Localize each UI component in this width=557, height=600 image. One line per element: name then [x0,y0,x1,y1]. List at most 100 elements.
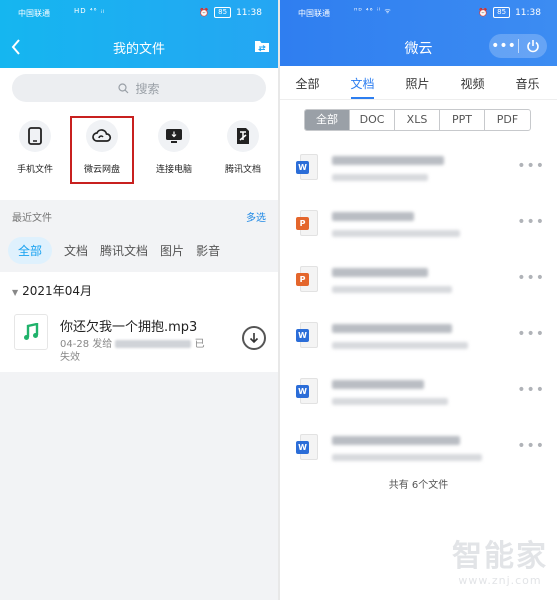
redacted-doc-meta [332,230,460,237]
download-button[interactable] [242,326,266,350]
redacted-doc-meta [332,454,482,461]
ppt-file-icon: P [296,210,318,236]
row-more-button[interactable]: ••• [517,382,545,398]
left-header: 中国联通 HD ⁴⁶ ᵢₗ ⏰ 85 11:38 我的文件 [0,0,278,68]
search-placeholder: 搜索 [135,81,160,96]
tencent-docs-icon [237,128,249,144]
file-count: 共有 6个文件 [388,480,449,491]
quick-connect-pc[interactable]: 连接电脑 [144,120,204,175]
redacted-doc-meta [332,174,428,181]
left-panel: 中国联通 HD ⁴⁶ ᵢₗ ⏰ 85 11:38 我的文件 搜索 手机文件 微云… [0,0,278,600]
word-file-icon: W [296,434,318,460]
alarm-icon: ⏰ [199,8,210,17]
quick-label: 腾讯文档 [224,165,261,175]
status-bar-left: 中国联通 HD ⁴⁶ ᵢₗ ⏰ 85 11:38 [0,0,278,24]
redacted-doc-meta [332,398,448,405]
quick-tencent-docs[interactable]: 腾讯文档 [213,120,273,175]
recent-files-bar: 最近文件 多选 [0,200,278,230]
collapse-triangle-icon: ▼ [12,288,19,297]
file-name: 你还欠我一个拥抱.mp3 [60,320,198,335]
clock-label: 11:38 [515,7,541,18]
carrier-label: 中国联通 [18,9,50,18]
tab-documents[interactable]: 文档 [64,242,88,259]
tab-documents[interactable]: 文档 [335,66,390,99]
quick-label: 微云网盘 [83,165,120,175]
tab-music[interactable]: 音乐 [500,66,555,99]
row-more-button[interactable]: ••• [517,326,545,342]
filter-pdf[interactable]: PDF [485,110,530,130]
ppt-file-icon: P [296,266,318,292]
month-label: 2021年04月 [22,284,92,298]
row-more-button[interactable]: ••• [517,214,545,230]
redacted-doc-title [332,212,414,221]
clock-label: 11:38 [236,7,262,18]
file-date: 04-28 [60,339,90,350]
filter-doc[interactable]: DOC [350,110,395,130]
tab-tencent-docs[interactable]: 腾讯文档 [100,242,148,259]
multi-select-button[interactable]: 多选 [246,209,266,224]
document-list: W ••• P ••• P ••• W ••• W ••• W ••• [280,142,557,478]
document-row[interactable]: P ••• [280,254,557,310]
redacted-doc-title [332,380,424,389]
signal-icon: ᴴᴰ ⁴⁶ ⁱˡ ᯤ [354,7,392,15]
document-row[interactable]: W ••• [280,310,557,366]
filter-ppt[interactable]: PPT [440,110,485,130]
more-button[interactable]: ••• [489,34,518,58]
filter-all[interactable]: 全部 [305,110,350,130]
right-panel: 中国联通 ᴴᴰ ⁴⁶ ⁱˡ ᯤ ⏰ 85 11:38 微云 ••• 全部 文档 … [280,0,557,600]
doc-type-filter: 全部 DOC XLS PPT PDF [304,109,531,131]
battery-icon: 85 [493,7,511,18]
quick-weiyun-drive[interactable]: 微云网盘 [72,120,132,175]
row-more-button[interactable]: ••• [517,270,545,286]
recent-title: 最近文件 [12,213,52,224]
word-file-icon: W [296,378,318,404]
category-tabs: 全部 文档 照片 视频 音乐 [280,66,557,100]
power-icon [527,40,539,53]
document-row[interactable]: W ••• [280,422,557,478]
tab-all[interactable]: 全部 [280,66,335,99]
search-input[interactable]: 搜索 [12,74,266,102]
document-row[interactable]: W ••• [280,142,557,198]
signal-icon: HD ⁴⁶ ᵢₗ [74,7,106,15]
recent-files-list: ▼ 2021年04月 你还欠我一个拥抱.mp3 04-28 发给 已 失效 [0,272,278,372]
file-type-tabs: 全部 文档 腾讯文档 图片 影音 [0,232,278,268]
quick-phone-files[interactable]: 手机文件 [5,120,65,175]
file-status-1: 已 [194,339,205,350]
search-icon [118,82,129,93]
monitor-icon [166,129,182,143]
quick-label: 连接电脑 [155,165,192,175]
tab-videos[interactable]: 视频 [445,66,500,99]
redacted-doc-title [332,324,452,333]
document-row[interactable]: P ••• [280,198,557,254]
quick-entries: 手机文件 微云网盘 连接电脑 腾讯文档 [0,110,278,200]
word-file-icon: W [296,154,318,180]
row-more-button[interactable]: ••• [517,158,545,174]
battery-icon: 85 [214,7,232,18]
redacted-doc-title [332,436,460,445]
tab-media[interactable]: 影音 [196,242,220,259]
filter-xls[interactable]: XLS [395,110,440,130]
redacted-recipient [115,340,192,348]
document-row[interactable]: W ••• [280,366,557,422]
carrier-label: 中国联通 [298,9,330,18]
music-file-icon [14,314,48,350]
sort-button[interactable] [254,38,270,54]
page-title: 我的文件 [112,42,165,57]
redacted-doc-title [332,156,444,165]
file-meta: 04-28 发给 已 失效 [60,338,225,364]
file-item[interactable]: 你还欠我一个拥抱.mp3 04-28 发给 已 失效 [0,308,278,368]
redacted-doc-meta [332,342,468,349]
close-button[interactable] [519,39,547,53]
tab-images[interactable]: 图片 [160,242,184,259]
redacted-doc-meta [332,286,452,293]
month-header[interactable]: ▼ 2021年04月 [12,282,92,299]
tab-photos[interactable]: 照片 [390,66,445,99]
redacted-doc-title [332,268,428,277]
status-bar-right: 中国联通 ᴴᴰ ⁴⁶ ⁱˡ ᯤ ⏰ 85 11:38 [280,0,557,24]
word-file-icon: W [296,322,318,348]
alarm-icon: ⏰ [478,8,489,17]
tab-all[interactable]: 全部 [8,236,53,264]
mini-program-capsule: ••• [489,34,547,58]
right-header: 中国联通 ᴴᴰ ⁴⁶ ⁱˡ ᯤ ⏰ 85 11:38 微云 ••• [280,0,557,66]
row-more-button[interactable]: ••• [517,438,545,454]
